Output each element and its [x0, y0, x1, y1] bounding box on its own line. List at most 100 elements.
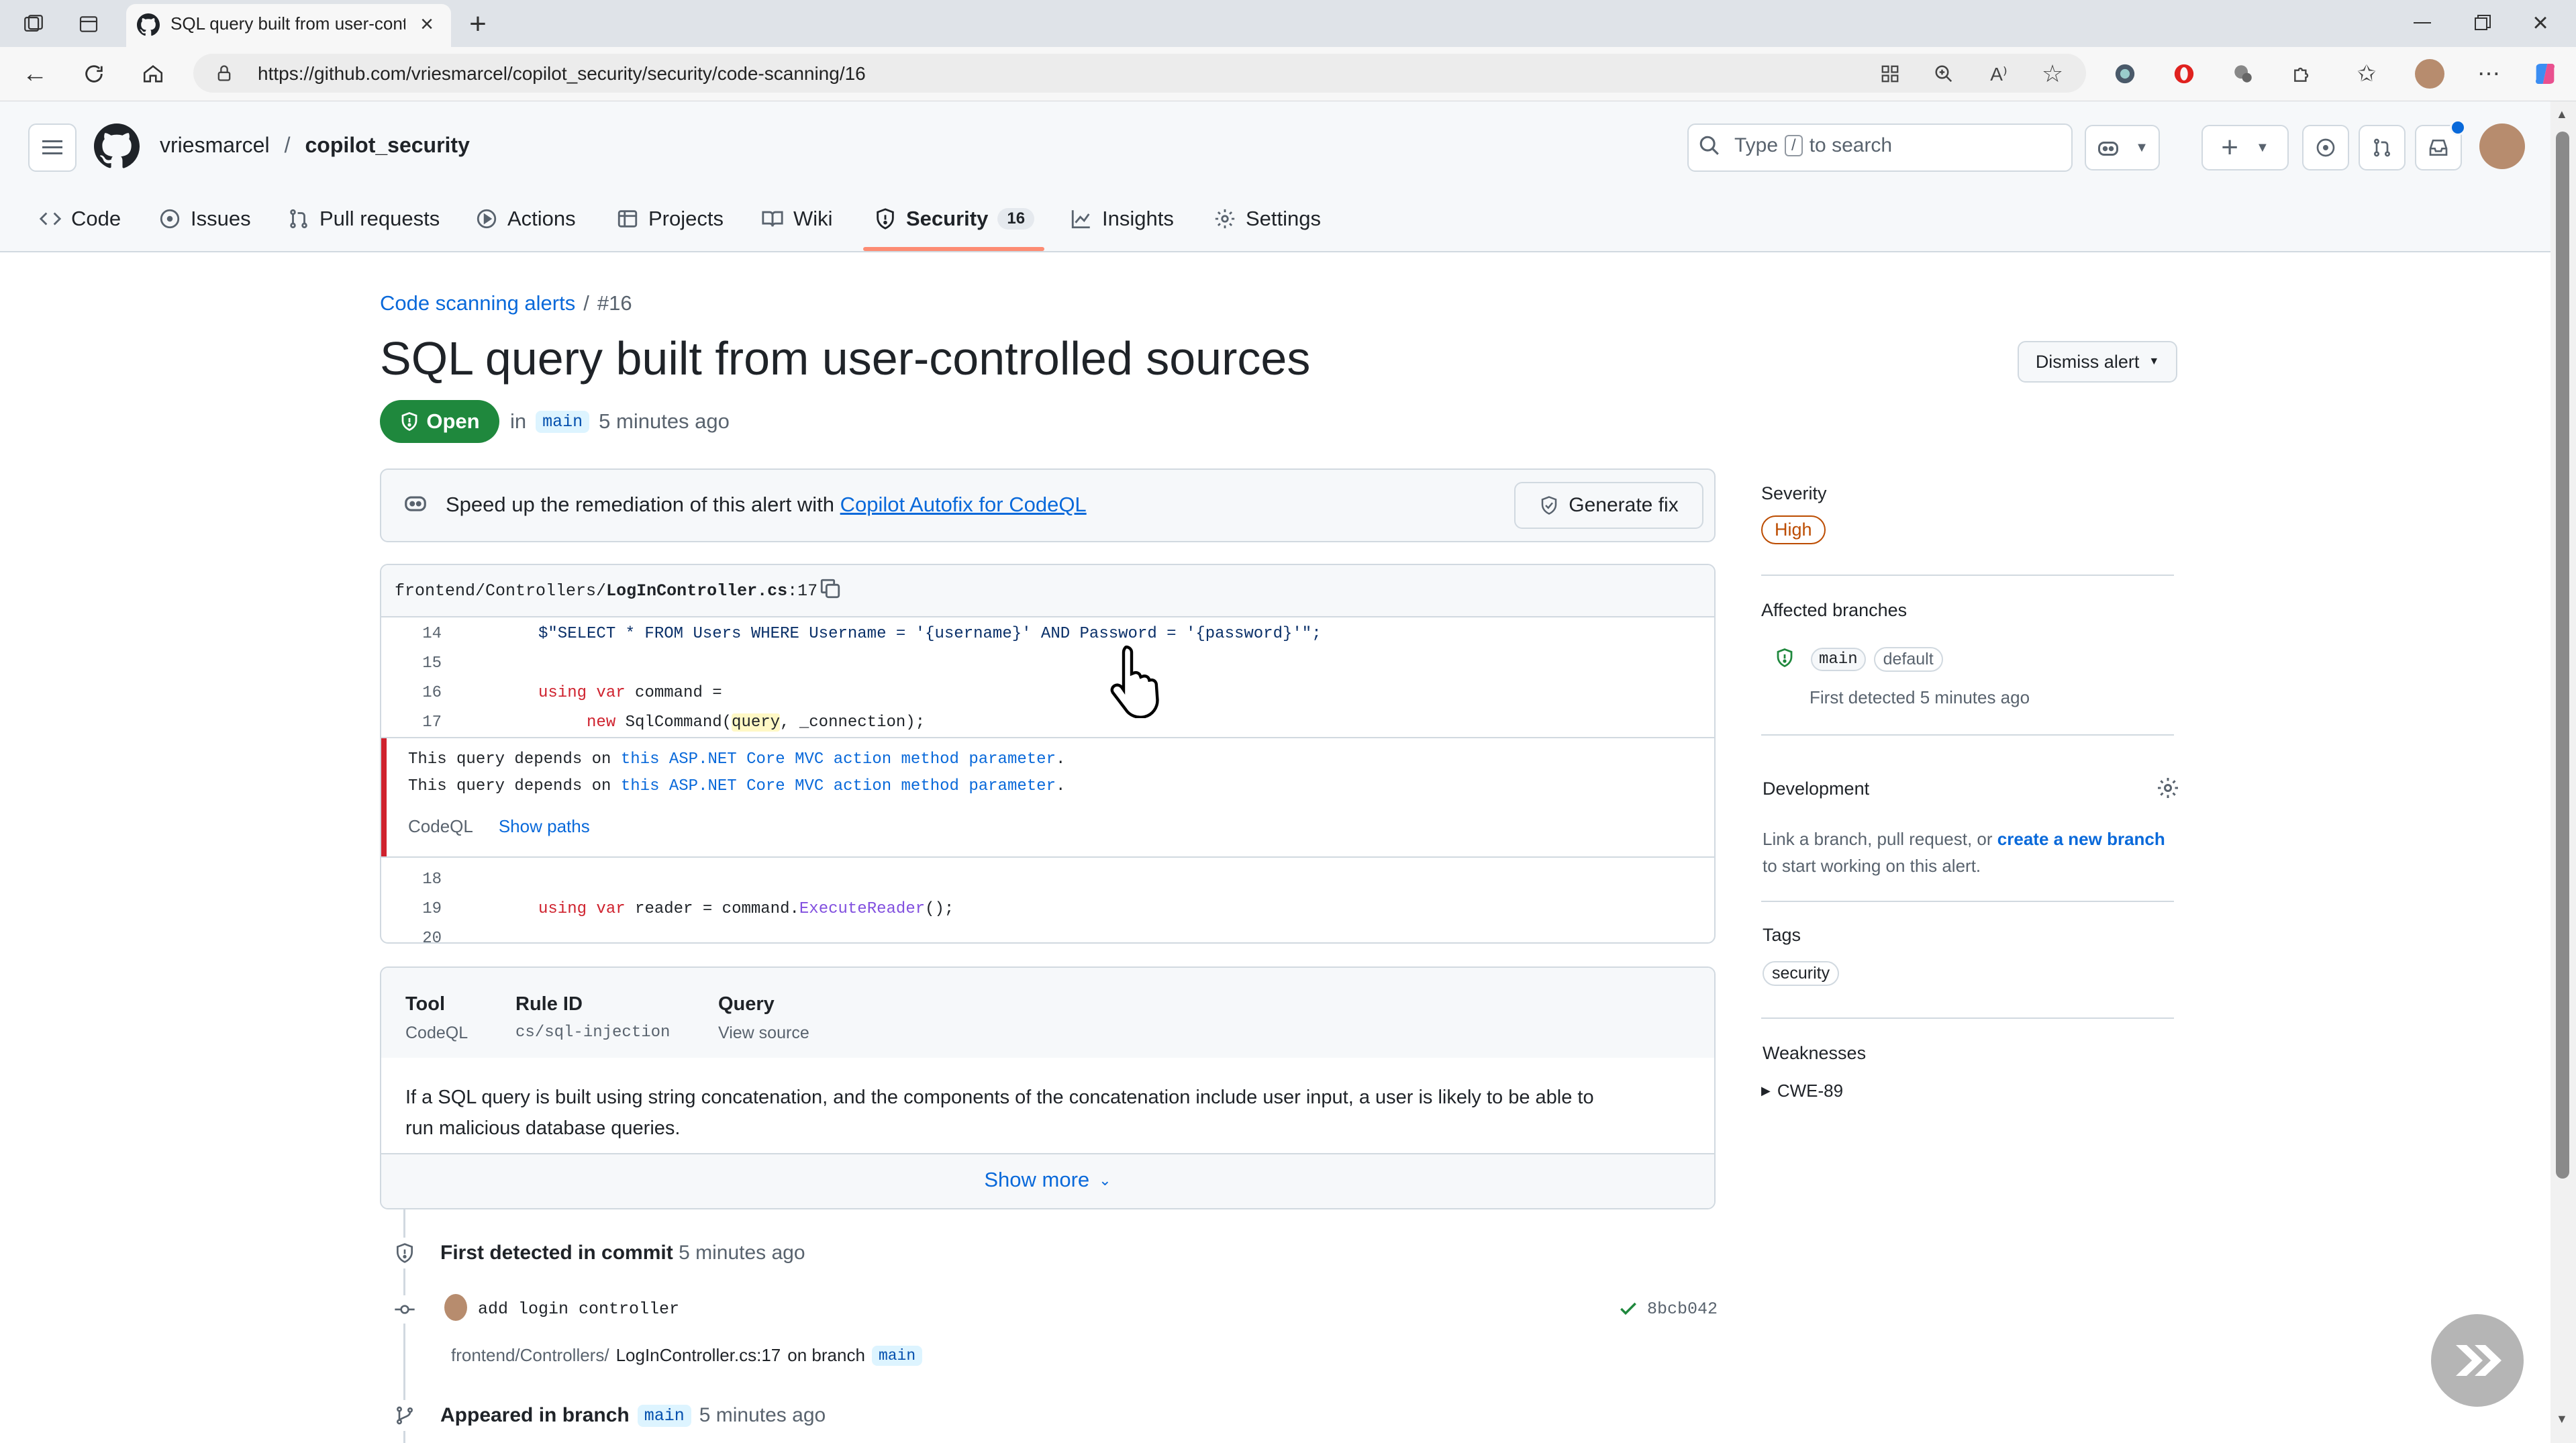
- commit-path-file[interactable]: LogInController.cs:17: [616, 1345, 781, 1366]
- line-number: 15: [422, 654, 442, 673]
- message-prefix: This query depends on: [408, 777, 611, 795]
- tab-issues[interactable]: Issues: [158, 199, 251, 239]
- autofix-prefix: Speed up the remediation of this alert w…: [446, 493, 835, 516]
- minimize-icon[interactable]: [2406, 9, 2439, 36]
- zoom-icon[interactable]: [1930, 60, 1957, 87]
- tab-settings[interactable]: Settings: [1213, 199, 1321, 239]
- line-code: using var command =: [538, 684, 722, 702]
- hamburger-menu-icon[interactable]: [28, 123, 77, 172]
- development-text-1: Link a branch, pull request, or: [1763, 829, 1993, 849]
- dismiss-dropdown-icon: ▼: [2148, 356, 2160, 367]
- close-tab-icon[interactable]: ×: [413, 11, 440, 37]
- show-more-button[interactable]: Show more ⌄: [381, 1168, 1714, 1192]
- tool-value: CodeQL: [405, 1024, 468, 1042]
- scrollbar-thumb[interactable]: [2556, 132, 2569, 1179]
- github-logo-icon[interactable]: [94, 123, 140, 169]
- code-line: 17 new SqlCommand(query, _connection);: [381, 707, 1714, 737]
- favorite-star-icon[interactable]: ☆: [2038, 59, 2067, 89]
- refresh-icon[interactable]: [79, 59, 109, 89]
- opera-extension-icon[interactable]: [2169, 59, 2199, 89]
- chevron-down-icon: ⌄: [1099, 1172, 1111, 1189]
- view-source-link[interactable]: View source: [718, 1024, 809, 1043]
- description-line-1: If a SQL query is built using string con…: [405, 1087, 1594, 1108]
- app-available-icon[interactable]: [1877, 60, 1903, 87]
- rule-id-value: cs/sql-injection: [515, 1024, 671, 1042]
- message-source-link[interactable]: this ASP.NET Core MVC action method para…: [621, 750, 1056, 768]
- copy-path-icon[interactable]: [819, 577, 842, 600]
- code-line: 16 using var command =: [381, 678, 1714, 707]
- development-gear-icon[interactable]: [2156, 776, 2180, 800]
- alert-branch-pill[interactable]: main: [536, 410, 590, 433]
- dismiss-alert-button[interactable]: Dismiss alert ▼: [2018, 341, 2177, 383]
- file-line: :17: [787, 581, 818, 601]
- tab-projects[interactable]: Projects: [616, 199, 724, 239]
- copilot-extension-icon[interactable]: [2110, 59, 2140, 89]
- tab-security[interactable]: Security 16: [874, 199, 1035, 239]
- message-source-link[interactable]: this ASP.NET Core MVC action method para…: [621, 777, 1056, 795]
- code-scanning-alerts-link[interactable]: Code scanning alerts: [380, 291, 575, 315]
- restore-icon[interactable]: [2466, 9, 2499, 36]
- browser-tab-title: SQL query built from user-controll: [170, 13, 405, 34]
- repo-name-link[interactable]: copilot_security: [305, 133, 469, 158]
- weakness-item[interactable]: ▶ CWE-89: [1761, 1081, 1843, 1101]
- line-number: 16: [422, 683, 442, 702]
- extension-icon[interactable]: [2228, 59, 2258, 89]
- tab-insights[interactable]: Insights: [1070, 199, 1174, 239]
- tab-wiki[interactable]: Wiki: [761, 199, 833, 239]
- tab-pull-requests[interactable]: Pull requests: [287, 199, 440, 239]
- alert-meta-in: in: [510, 409, 527, 433]
- severity-badge: High: [1761, 515, 1826, 544]
- pull-requests-header-button[interactable]: [2359, 125, 2406, 170]
- repo-owner-link[interactable]: vriesmarcel: [160, 133, 270, 158]
- create-branch-link[interactable]: create a new branch: [1997, 829, 2165, 849]
- show-paths-link[interactable]: Show paths: [499, 816, 590, 837]
- line-code: new SqlCommand(query, _connection);: [538, 713, 925, 732]
- tab-actions[interactable]: Actions: [475, 199, 576, 239]
- first-detected-label: First detected in commit: [440, 1242, 673, 1264]
- rule-description: If a SQL query is built using string con…: [405, 1082, 1594, 1144]
- close-window-icon[interactable]: ×: [2524, 8, 2557, 38]
- tab-actions-icon[interactable]: [74, 11, 103, 38]
- commit-path-prefix: frontend/Controllers/: [451, 1345, 609, 1365]
- default-branch-badge: default: [1873, 647, 1943, 672]
- scroll-down-icon[interactable]: ▼: [2556, 1412, 2568, 1426]
- tab-code[interactable]: Code: [39, 199, 121, 239]
- first-detected-event: First detected in commit 5 minutes ago: [440, 1242, 805, 1264]
- tag-badge[interactable]: security: [1763, 961, 1840, 986]
- copilot-sidebar-icon[interactable]: [2529, 58, 2561, 90]
- user-avatar[interactable]: [2479, 123, 2525, 169]
- commit-branch-pill[interactable]: main: [871, 1345, 923, 1366]
- tab-wiki-label: Wiki: [793, 207, 833, 230]
- issues-header-button[interactable]: [2302, 125, 2349, 170]
- appeared-branch-pill[interactable]: main: [637, 1404, 691, 1427]
- tab-insights-label: Insights: [1102, 207, 1174, 230]
- copilot-menu-button[interactable]: ▼: [2085, 125, 2160, 170]
- create-new-button[interactable]: + ▼: [2201, 125, 2289, 170]
- profile-avatar[interactable]: [2415, 59, 2444, 89]
- read-aloud-icon[interactable]: A⁾: [1984, 60, 2014, 87]
- alert-meta: in main 5 minutes ago: [510, 409, 730, 434]
- copilot-autofix-link[interactable]: Copilot Autofix for CodeQL: [840, 493, 1087, 516]
- commit-message-link[interactable]: add login controller: [478, 1299, 679, 1319]
- commit-author-avatar[interactable]: [444, 1294, 467, 1321]
- shield-icon: [389, 1238, 420, 1268]
- favorites-icon[interactable]: ✩: [2352, 59, 2381, 89]
- play-overlay-button[interactable]: [2431, 1314, 2524, 1407]
- back-icon[interactable]: ←: [20, 59, 50, 89]
- home-icon[interactable]: [138, 59, 168, 89]
- affected-branch-row: main default: [1811, 647, 1943, 672]
- url-text: https://github.com/vriesmarcel/copilot_s…: [258, 63, 866, 84]
- extensions-puzzle-icon[interactable]: [2287, 59, 2317, 89]
- workspaces-icon[interactable]: [19, 11, 48, 38]
- mouse-cursor-icon: [1107, 643, 1164, 718]
- more-menu-icon[interactable]: ⋯: [2474, 59, 2504, 89]
- commit-sha-link[interactable]: 8bcb042: [1647, 1299, 1718, 1319]
- code-file-path[interactable]: frontend/Controllers/LogInController.cs:…: [395, 581, 818, 601]
- copilot-dropdown-icon: ▼: [2135, 140, 2148, 155]
- affected-branch-pill[interactable]: main: [1811, 648, 1866, 671]
- new-tab-icon[interactable]: +: [463, 7, 493, 40]
- scroll-up-icon[interactable]: ▲: [2556, 107, 2568, 121]
- generate-fix-button[interactable]: Generate fix: [1514, 482, 1703, 529]
- tab-settings-label: Settings: [1246, 207, 1322, 230]
